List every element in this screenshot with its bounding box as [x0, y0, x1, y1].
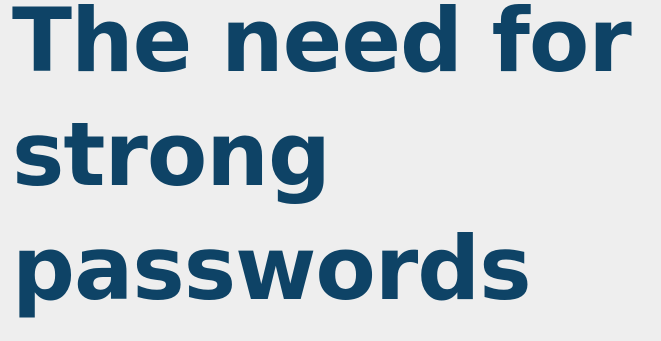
slide-title: The need for strong passwords	[12, 0, 632, 326]
title-line-2: strong	[12, 103, 331, 206]
slide-canvas: The need for strong passwords	[0, 0, 661, 341]
title-line-1: The need for	[12, 0, 632, 92]
title-line-3: passwords	[12, 217, 532, 320]
